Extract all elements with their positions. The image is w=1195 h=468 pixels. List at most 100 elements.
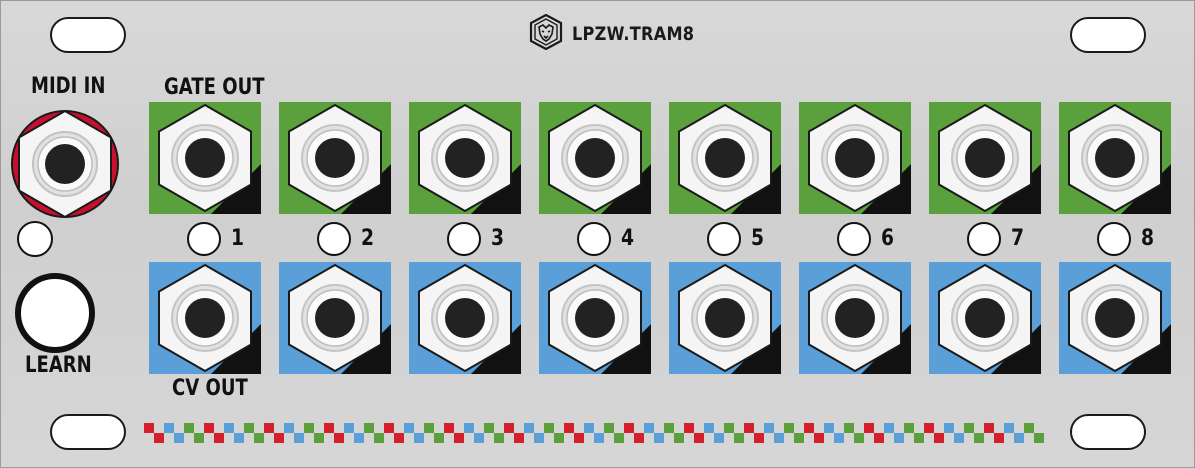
checker-square: [904, 433, 914, 443]
checker-square: [534, 433, 544, 443]
checker-square: [1034, 423, 1044, 433]
checker-square: [1024, 423, 1034, 433]
checker-square: [794, 433, 804, 443]
channel-number-7: 7: [1011, 226, 1025, 251]
checker-square: [954, 423, 964, 433]
checker-square: [614, 423, 624, 433]
midi-in-label: MIDI IN: [31, 74, 106, 99]
checker-square: [564, 433, 574, 443]
channel-number-5: 5: [751, 226, 765, 251]
checker-square: [284, 433, 294, 443]
checker-square: [834, 423, 844, 433]
channel-number-6: 6: [881, 226, 895, 251]
cv-out-jack-5[interactable]: [669, 262, 781, 374]
channel-led-5: [707, 222, 741, 256]
checker-square: [744, 433, 754, 443]
checker-square: [254, 423, 264, 433]
checker-square: [784, 433, 794, 443]
checker-square: [824, 433, 834, 443]
checker-square: [694, 433, 704, 443]
cv-out-jack-1[interactable]: [149, 262, 261, 374]
gate-out-jack-7[interactable]: [929, 102, 1041, 214]
checker-square: [734, 433, 744, 443]
checker-square: [1014, 433, 1024, 443]
checker-square: [624, 433, 634, 443]
checker-square: [494, 433, 504, 443]
checker-square: [464, 423, 474, 433]
checker-square: [844, 423, 854, 433]
cv-out-jack-8[interactable]: [1059, 262, 1171, 374]
checker-square: [684, 423, 694, 433]
mounting-hole-bottom-left: [50, 414, 126, 450]
learn-button[interactable]: [15, 273, 95, 353]
checker-square: [854, 433, 864, 443]
gate-out-jack-4[interactable]: [539, 102, 651, 214]
gate-out-jack-1[interactable]: [149, 102, 261, 214]
checker-square: [504, 433, 514, 443]
checker-square: [524, 423, 534, 433]
checker-square: [304, 423, 314, 433]
channel-number-3: 3: [491, 226, 505, 251]
gate-out-jack-2[interactable]: [279, 102, 391, 214]
checker-square: [494, 423, 504, 433]
checker-square: [594, 423, 604, 433]
checker-square: [384, 423, 394, 433]
checker-square: [624, 423, 634, 433]
checker-square: [224, 423, 234, 433]
channel-led-1: [187, 222, 221, 256]
checker-square: [514, 423, 524, 433]
channel-led-8: [1097, 222, 1131, 256]
gate-out-jack-6[interactable]: [799, 102, 911, 214]
cv-out-jack-2[interactable]: [279, 262, 391, 374]
gate-out-jack-8[interactable]: [1059, 102, 1171, 214]
checker-square: [204, 433, 214, 443]
checker-square: [284, 423, 294, 433]
checker-square: [534, 423, 544, 433]
cv-out-jack-7[interactable]: [929, 262, 1041, 374]
checker-square: [164, 433, 174, 443]
cv-out-jack-4[interactable]: [539, 262, 651, 374]
checker-square: [704, 423, 714, 433]
cv-out-jack-3[interactable]: [409, 262, 521, 374]
checker-square: [324, 433, 334, 443]
checker-square: [164, 423, 174, 433]
checker-square: [704, 433, 714, 443]
checker-square: [394, 433, 404, 443]
midi-in-jack[interactable]: [9, 108, 121, 220]
checker-square: [754, 433, 764, 443]
checker-square: [974, 433, 984, 443]
checker-square: [484, 433, 494, 443]
channel-number-4: 4: [621, 226, 635, 251]
checker-square: [754, 423, 764, 433]
checker-square: [604, 423, 614, 433]
checker-square: [214, 423, 224, 433]
cv-out-jack-6[interactable]: [799, 262, 911, 374]
checker-square: [974, 423, 984, 433]
checker-square: [384, 433, 394, 443]
checker-square: [1004, 433, 1014, 443]
checker-square: [884, 433, 894, 443]
checker-square: [274, 433, 284, 443]
checker-square: [264, 423, 274, 433]
checker-square: [414, 423, 424, 433]
channel-led-6: [837, 222, 871, 256]
checker-square: [374, 433, 384, 443]
checker-square: [344, 433, 354, 443]
checker-square: [214, 433, 224, 443]
checker-square: [734, 423, 744, 433]
checker-square: [824, 423, 834, 433]
checker-square: [664, 433, 674, 443]
checker-square: [774, 423, 784, 433]
checker-square: [674, 423, 684, 433]
gate-out-jack-3[interactable]: [409, 102, 521, 214]
checker-square: [484, 423, 494, 433]
gate-out-jack-5[interactable]: [669, 102, 781, 214]
checker-square: [234, 433, 244, 443]
lion-head-icon: [528, 13, 564, 55]
checker-square: [264, 433, 274, 443]
checker-square: [604, 433, 614, 443]
checker-square: [244, 433, 254, 443]
checker-square: [1034, 433, 1044, 443]
checker-square: [664, 423, 674, 433]
checker-square: [544, 423, 554, 433]
